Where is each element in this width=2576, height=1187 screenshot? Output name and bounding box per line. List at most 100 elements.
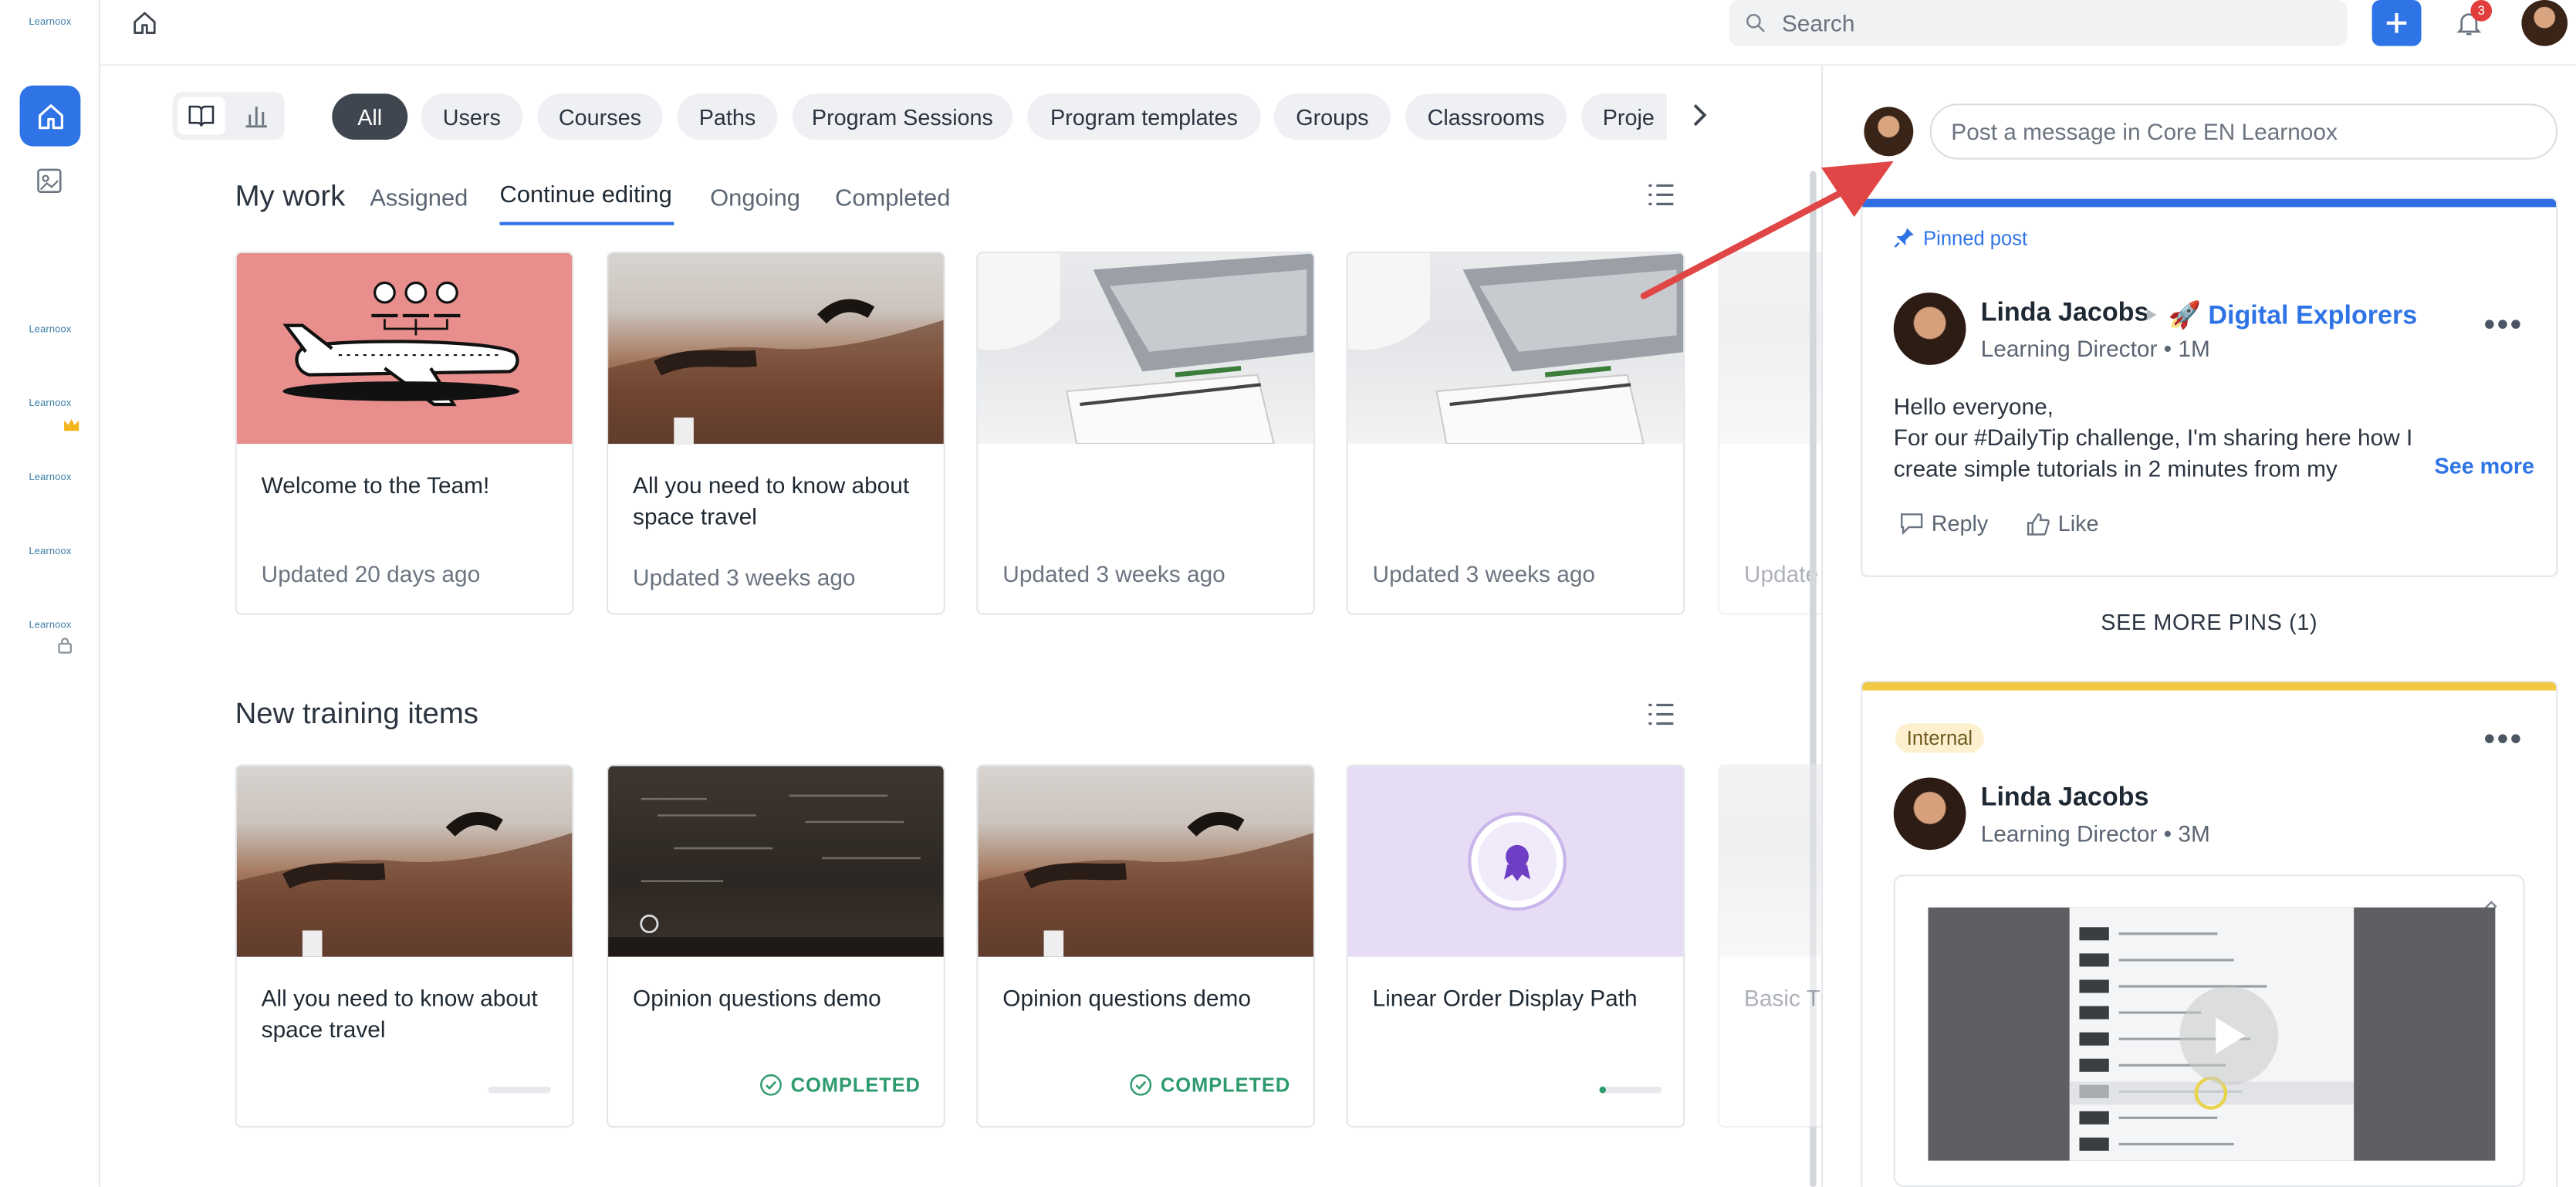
card-updated: Update <box>1743 560 1819 587</box>
annotation-arrow <box>1640 161 1894 299</box>
home-icon[interactable] <box>131 10 157 36</box>
catalog-view-button[interactable] <box>177 96 225 135</box>
card-thumbnail <box>236 766 573 957</box>
path-badge-icon <box>1468 812 1567 911</box>
post-author-role: Learning Director • 3M <box>1980 820 2210 847</box>
progress-bar <box>1599 1086 1662 1094</box>
post-author-role: Learning Director • 1M <box>1980 335 2210 362</box>
airplane-illustration <box>282 281 520 407</box>
work-card[interactable]: Updated 3 weeks ago <box>976 251 1316 615</box>
card-thumbnail <box>608 253 944 445</box>
filter-chip-groups[interactable]: Groups <box>1273 93 1391 140</box>
like-button[interactable]: Like <box>2027 511 2099 536</box>
author-avatar[interactable] <box>1893 777 1966 851</box>
left-sidebar: Learnoox Learnoox Learnoox Learnoox Lear… <box>0 0 100 1187</box>
chevron-right-icon[interactable] <box>1686 100 1712 130</box>
home-nav-button[interactable] <box>19 85 81 147</box>
book-icon <box>188 105 215 127</box>
post-message-input[interactable]: Post a message in Core EN Learnoox <box>1929 103 2558 160</box>
post-time: 3M <box>2178 820 2210 847</box>
notification-badge: 3 <box>2470 0 2493 22</box>
completed-label: COMPLETED <box>790 1073 921 1097</box>
card-thumbnail <box>978 766 1313 957</box>
list-view-icon[interactable] <box>1647 702 1675 727</box>
tab-assigned[interactable]: Assigned <box>370 186 468 212</box>
training-card[interactable]: Opinion questions demo COMPLETED <box>606 764 945 1128</box>
card-thumbnail <box>1347 766 1684 957</box>
catalog-icon[interactable] <box>35 166 64 195</box>
hands-photo <box>236 812 573 957</box>
org-logo[interactable]: Learnoox <box>0 18 100 28</box>
space-logo-2[interactable]: Learnoox <box>0 400 100 410</box>
card-title: Basic Tr <box>1743 984 1822 1011</box>
thumbs-up-icon <box>2027 512 2050 535</box>
filter-chip-users[interactable]: Users <box>421 93 523 140</box>
filter-chip-all[interactable]: All <box>332 93 408 140</box>
work-card[interactable]: All you need to know about space travel … <box>606 251 945 615</box>
comment-icon <box>1901 513 1923 535</box>
view-toggle <box>172 92 285 140</box>
training-card[interactable]: All you need to know about space travel <box>235 764 574 1128</box>
plus-icon <box>2386 13 2407 33</box>
work-card[interactable]: Welcome to the Team! Updated 20 days ago <box>235 251 574 615</box>
check-circle-icon <box>1130 1074 1152 1096</box>
post-group-link[interactable]: 🚀 Digital Explorers <box>2168 299 2417 333</box>
play-button[interactable] <box>2179 986 2279 1085</box>
user-avatar[interactable] <box>2521 0 2568 46</box>
search-input[interactable]: Search <box>1729 0 2348 46</box>
crown-icon <box>64 418 79 431</box>
card-updated: Updated 3 weeks ago <box>633 563 856 590</box>
analytics-view-button[interactable] <box>232 97 279 135</box>
video-attachment[interactable] <box>1893 874 2525 1187</box>
space-logo-5[interactable]: Learnoox <box>0 621 100 631</box>
filter-chip-program-templates[interactable]: Program templates <box>1027 93 1261 140</box>
filter-chip-projects[interactable]: Proje <box>1581 93 1667 140</box>
filter-chip-classrooms[interactable]: Classrooms <box>1405 93 1567 140</box>
space-logo-4[interactable]: Learnoox <box>0 547 100 557</box>
post-author-name[interactable]: Linda Jacobs <box>1981 299 2149 329</box>
training-card[interactable]: Basic Tr <box>1717 764 1822 1128</box>
post-options-icon[interactable]: ••• <box>2483 307 2523 345</box>
training-card[interactable]: Linear Order Display Path <box>1346 764 1685 1128</box>
see-more-link[interactable]: See more <box>2435 454 2534 479</box>
card-thumbnail <box>608 766 944 957</box>
post-options-icon[interactable]: ••• <box>2483 722 2523 759</box>
see-more-pins-button[interactable]: SEE MORE PINS (1) <box>1861 610 2557 634</box>
post-author-name[interactable]: Linda Jacobs <box>1981 784 2149 813</box>
tab-ongoing[interactable]: Ongoing <box>710 186 800 212</box>
card-updated: Updated 20 days ago <box>261 560 481 587</box>
reply-button[interactable]: Reply <box>1900 511 1988 536</box>
filter-chip-program-sessions[interactable]: Program Sessions <box>792 93 1013 140</box>
card-thumbnail <box>236 253 573 445</box>
feed-post-card: Internal ••• Linda Jacobs Learning Direc… <box>1861 680 2558 1187</box>
card-title: Opinion questions demo <box>633 984 881 1011</box>
play-icon <box>2216 1017 2246 1054</box>
space-logo-1[interactable]: Learnoox <box>0 326 100 336</box>
filter-chip-courses[interactable]: Courses <box>537 93 663 140</box>
card-updated: Updated 3 weeks ago <box>1002 560 1225 587</box>
post-input-placeholder: Post a message in Core EN Learnoox <box>1951 118 2338 145</box>
chalkboard-photo <box>608 794 944 957</box>
pinned-post-card: Pinned post Linda Jacobs 🚀 Digital Explo… <box>1861 197 2558 577</box>
internal-color-bar <box>1862 681 2557 691</box>
filter-chip-paths[interactable]: Paths <box>677 93 778 140</box>
feed-panel: Post a message in Core EN Learnoox Pinne… <box>1821 66 2576 1187</box>
card-title: Linear Order Display Path <box>1372 984 1638 1011</box>
completed-status: COMPLETED <box>1129 1074 1290 1097</box>
top-bar: Search 3 <box>100 0 2576 66</box>
home-icon <box>37 103 63 129</box>
completed-status: COMPLETED <box>759 1074 921 1097</box>
progress-fill <box>1599 1086 1606 1094</box>
lock-icon <box>58 637 72 654</box>
training-card[interactable]: Opinion questions demo COMPLETED <box>976 764 1316 1128</box>
tab-completed[interactable]: Completed <box>835 186 950 212</box>
tab-continue-editing[interactable]: Continue editing <box>500 182 672 208</box>
internal-tag: Internal <box>1895 723 1984 753</box>
like-label: Like <box>2057 511 2099 536</box>
search-icon <box>1746 14 1765 32</box>
space-logo-3[interactable]: Learnoox <box>0 473 100 483</box>
post-body-line: For our #DailyTip challenge, I'm sharing… <box>1893 424 2413 482</box>
card-title: Welcome to the Team! <box>261 472 490 499</box>
post-body-line: Hello everyone, <box>1893 393 2054 420</box>
create-button[interactable] <box>2371 0 2422 46</box>
